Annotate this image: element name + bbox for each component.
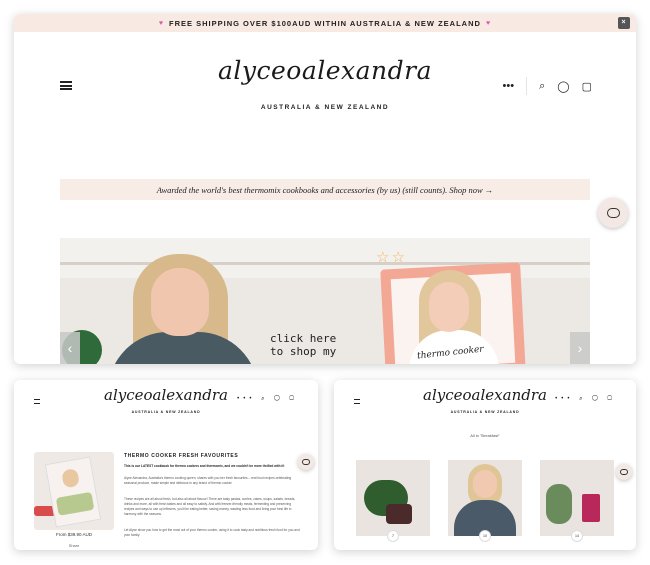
hero-cta-text[interactable]: click here to shop my xyxy=(270,332,336,358)
hero-carousel[interactable]: click here to shop my ☆☆ thermo cooker ‹… xyxy=(60,238,590,364)
product-image[interactable] xyxy=(34,452,114,530)
recipe-thumbnail[interactable] xyxy=(448,460,522,536)
hero-person-image xyxy=(108,254,258,364)
recipe-thumbnail[interactable] xyxy=(356,460,430,536)
award-text: Awarded the world's best thermomix cookb… xyxy=(156,184,494,195)
chat-button[interactable] xyxy=(598,198,628,228)
heart-icon: ♥ xyxy=(485,19,492,27)
promo-banner[interactable]: ♥ FREE SHIPPING OVER $100AUD WITHIN AUST… xyxy=(14,14,636,32)
header-icons[interactable]: ••• ⌕ ◯ ▢ xyxy=(555,396,616,403)
promo-text: FREE SHIPPING OVER $100AUD WITHIN AUSTRA… xyxy=(169,18,481,28)
date-badge: 10 xyxy=(479,530,491,542)
main-page-screenshot: ♥ FREE SHIPPING OVER $100AUD WITHIN AUST… xyxy=(14,14,636,364)
product-description: These recipes are all about fresh, but a… xyxy=(124,497,296,516)
star-icon: ☆☆ xyxy=(376,249,407,266)
share-link[interactable]: Share xyxy=(34,543,114,548)
chat-icon xyxy=(606,208,620,218)
hero-cta-line1: click here xyxy=(270,332,337,345)
category-label: All in "Breakfast" xyxy=(470,433,500,438)
product-title: THERMO COOKER FRESH FAVOURITES xyxy=(124,453,239,459)
recipes-page-screenshot: alyceoalexandra AUSTRALIA & NEW ZEALAND … xyxy=(334,380,636,550)
date-badge: 14 xyxy=(571,530,583,542)
close-icon[interactable]: × xyxy=(618,17,630,29)
header-icons: ••• ⌕ ◯ ▢ xyxy=(503,77,592,95)
account-icon[interactable]: ◯ xyxy=(557,80,569,93)
chat-button[interactable] xyxy=(298,454,314,470)
site-tagline: AUSTRALIA & NEW ZEALAND xyxy=(260,104,390,111)
header-icons[interactable]: ••• ⌕ ◯ ▢ xyxy=(237,396,298,403)
product-description: Alyce Alexandra, Australia's thermo cook… xyxy=(124,476,292,485)
product-page-screenshot: alyceoalexandra AUSTRALIA & NEW ZEALAND … xyxy=(14,380,318,550)
product-description-intro: This is our LATEST cookbook for thermo c… xyxy=(124,464,285,468)
site-tagline: AUSTRALIA & NEW ZEALAND xyxy=(131,410,201,414)
next-slide-button[interactable]: › xyxy=(570,332,590,364)
hero-cta-line2: to shop my xyxy=(270,345,337,358)
site-header: alyceoalexandra AUSTRALIA & NEW ZEALAND … xyxy=(14,32,636,127)
search-icon[interactable]: ⌕ xyxy=(539,80,545,93)
heart-icon: ♥ xyxy=(158,19,165,27)
divider xyxy=(526,77,528,95)
chat-button[interactable] xyxy=(616,464,632,480)
date-badge: 7 xyxy=(387,530,399,542)
more-icon[interactable]: ••• xyxy=(503,80,515,92)
cart-icon[interactable]: ▢ xyxy=(582,80,592,93)
prev-slide-button[interactable]: ‹ xyxy=(60,332,80,364)
recipe-thumbnail[interactable] xyxy=(540,460,614,536)
chat-icon xyxy=(620,469,628,475)
site-tagline: AUSTRALIA & NEW ZEALAND xyxy=(450,410,520,414)
product-price: From $39.90 AUD xyxy=(55,532,92,537)
award-banner[interactable]: Awarded the world's best thermomix cookb… xyxy=(60,179,590,200)
chat-icon xyxy=(302,459,310,465)
product-description: Let Alyce show you how to get the most o… xyxy=(124,528,300,537)
